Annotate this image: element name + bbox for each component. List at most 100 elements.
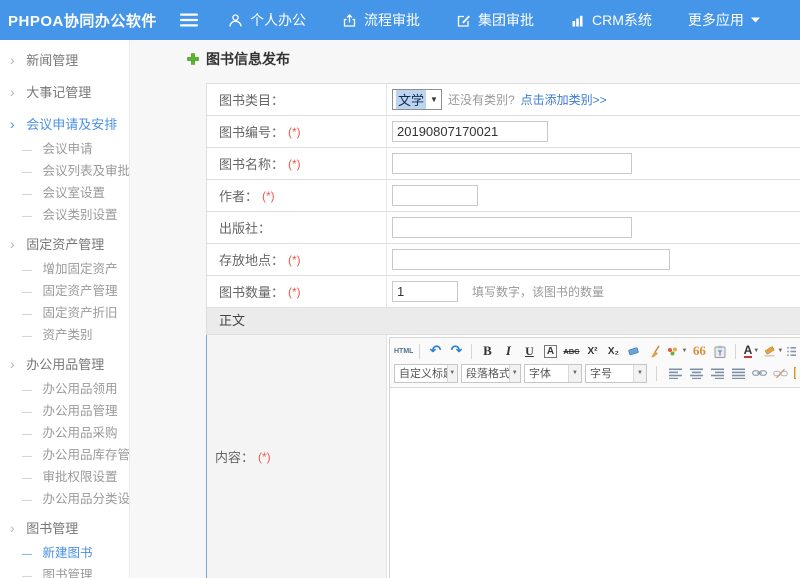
caret-down-icon: ▼ [430,95,438,104]
paragraph-format-select[interactable]: 段落格式 ▼ [461,364,521,383]
blockquote-button[interactable]: 66 [690,342,708,360]
bar-chart-icon [570,13,585,28]
redo-icon[interactable]: ↷ [447,342,465,360]
sidebar-item[interactable]: 会议申请 [0,138,129,160]
font-size-select[interactable]: 字号 ▼ [585,364,647,383]
paste-text-button[interactable]: T [711,342,729,360]
ordered-list-button[interactable]: ▼ [786,342,796,360]
add-category-link[interactable]: 点击添加类别>> [521,91,607,108]
undo-icon[interactable]: ↶ [426,342,444,360]
sidebar-item-label: 图书管理 [26,521,78,536]
nav-crm-system[interactable]: CRM系统 [570,10,652,30]
sidebar-item[interactable]: 审批权限设置 [0,466,129,488]
hamburger-icon [180,13,198,27]
sidebar-item-label: 审批权限设置 [42,470,117,484]
book-no-input[interactable] [392,121,548,142]
sidebar-item[interactable]: 大事记管理 [0,78,129,106]
underline-button[interactable]: U [520,342,538,360]
caret-down-icon [751,17,760,23]
sidebar-item[interactable]: 会议室设置 [0,182,129,204]
remove-format-button[interactable] [625,342,643,360]
format-painter-button[interactable] [646,342,664,360]
svg-text:T: T [718,350,723,357]
sidebar-item[interactable]: 会议申请及安排 [0,110,129,138]
sidebar-item[interactable]: 增加固定资产 [0,258,129,280]
nav-personal-office[interactable]: 个人办公 [228,10,306,30]
add-plus-icon [187,53,199,65]
sidebar-item[interactable]: 新闻管理 [0,46,129,74]
page-title: 图书信息发布 [206,49,290,69]
page-title-bar: 图书信息发布 [187,49,290,69]
align-center-button[interactable] [687,364,705,382]
strikethrough-button[interactable]: ABC [562,342,580,360]
sidebar-item[interactable]: 图书管理 [0,564,129,578]
sidebar-item-label: 新闻管理 [26,53,78,68]
align-justify-button[interactable] [729,364,747,382]
sidebar-item-label: 会议申请 [42,142,92,156]
hamburger-menu-button[interactable] [180,13,198,27]
form-row-category: 图书类目： 文学 ▼ 还没有类别? 点击添加类别>> [207,84,800,116]
sidebar-item[interactable]: 固定资产管理 [0,230,129,258]
insert-image-button[interactable] [792,364,796,382]
sidebar-item[interactable]: 办公用品分类设置 [0,488,129,510]
quantity-hint: 填写数字，该图书的数量 [472,283,604,300]
italic-button[interactable]: I [499,342,517,360]
location-input[interactable] [392,249,670,270]
align-right-button[interactable] [708,364,726,382]
sidebar-item[interactable]: 会议类别设置 [0,204,129,226]
caret-down-icon: ▼ [509,365,521,382]
auto-typeset-button[interactable]: ▼ [667,342,687,360]
sidebar-item[interactable]: 办公用品管理 [0,350,129,378]
edit-icon [456,13,471,28]
align-right-icon [711,368,724,379]
marker-pen-icon [763,345,776,357]
custom-heading-select[interactable]: 自定义标题 ▼ [394,364,458,383]
publisher-label: 出版社： [207,212,387,243]
subscript-button[interactable]: X₂ [604,342,622,360]
publisher-input[interactable] [392,217,632,238]
form-row-publisher: 出版社： [207,212,800,244]
nav-workflow-approval[interactable]: 流程审批 [342,10,420,30]
nav-label: 流程审批 [364,10,420,30]
nav-more-apps[interactable]: 更多应用 [688,10,760,30]
char-border-button[interactable]: A [544,345,557,358]
eraser-icon [627,345,641,357]
insert-link-button[interactable] [750,364,768,382]
form-row-book-name: 图书名称：(*) [207,148,800,180]
editor-toolbar: HTML ↶ ↷ B I U A ABC X² X₂ [390,338,800,388]
image-icon [794,367,797,379]
category-select[interactable]: 文学 ▼ [392,89,442,110]
sidebar-item-label: 新建图书 [42,546,92,560]
top-header: PHPOA协同办公软件 个人办公 流程审批 集团审批 CRM系统 更多应用 [0,0,800,40]
font-color-button[interactable]: A ▼ [742,342,760,360]
nav-group-approval[interactable]: 集团审批 [456,10,534,30]
book-name-input[interactable] [392,153,632,174]
quantity-input[interactable] [392,281,458,302]
editor-canvas[interactable] [390,388,800,578]
superscript-button[interactable]: X² [583,342,601,360]
sidebar-item[interactable]: 资产类别 [0,324,129,346]
bold-button[interactable]: B [478,342,496,360]
sidebar-item-label: 会议申请及安排 [26,117,117,132]
body-section-header: 正文 [207,308,800,335]
sidebar-item[interactable]: 办公用品管理 [0,400,129,422]
sidebar-item[interactable]: 办公用品领用 [0,378,129,400]
sidebar-item[interactable]: 固定资产管理 [0,280,129,302]
sidebar-item[interactable]: 办公用品库存管理 [0,444,129,466]
author-input[interactable] [392,185,478,206]
sidebar-item-label: 会议列表及审批 [42,164,129,178]
align-left-button[interactable] [666,364,684,382]
color-dots-icon [667,347,680,356]
remove-link-button[interactable] [771,364,789,382]
sidebar-item[interactable]: 图书管理 [0,514,129,542]
highlight-color-button[interactable]: ▼ [763,342,783,360]
html-source-button[interactable]: HTML [394,342,413,360]
sidebar-item[interactable]: 办公用品采购 [0,422,129,444]
sidebar-item-label: 固定资产折旧 [42,306,117,320]
category-label: 图书类目： [207,84,387,115]
sidebar-item[interactable]: 会议列表及审批 [0,160,129,182]
sidebar-item[interactable]: 新建图书 [0,542,129,564]
font-family-select[interactable]: 字体 ▼ [524,364,582,383]
caret-down-icon: ▼ [447,365,458,382]
sidebar-item[interactable]: 固定资产折旧 [0,302,129,324]
